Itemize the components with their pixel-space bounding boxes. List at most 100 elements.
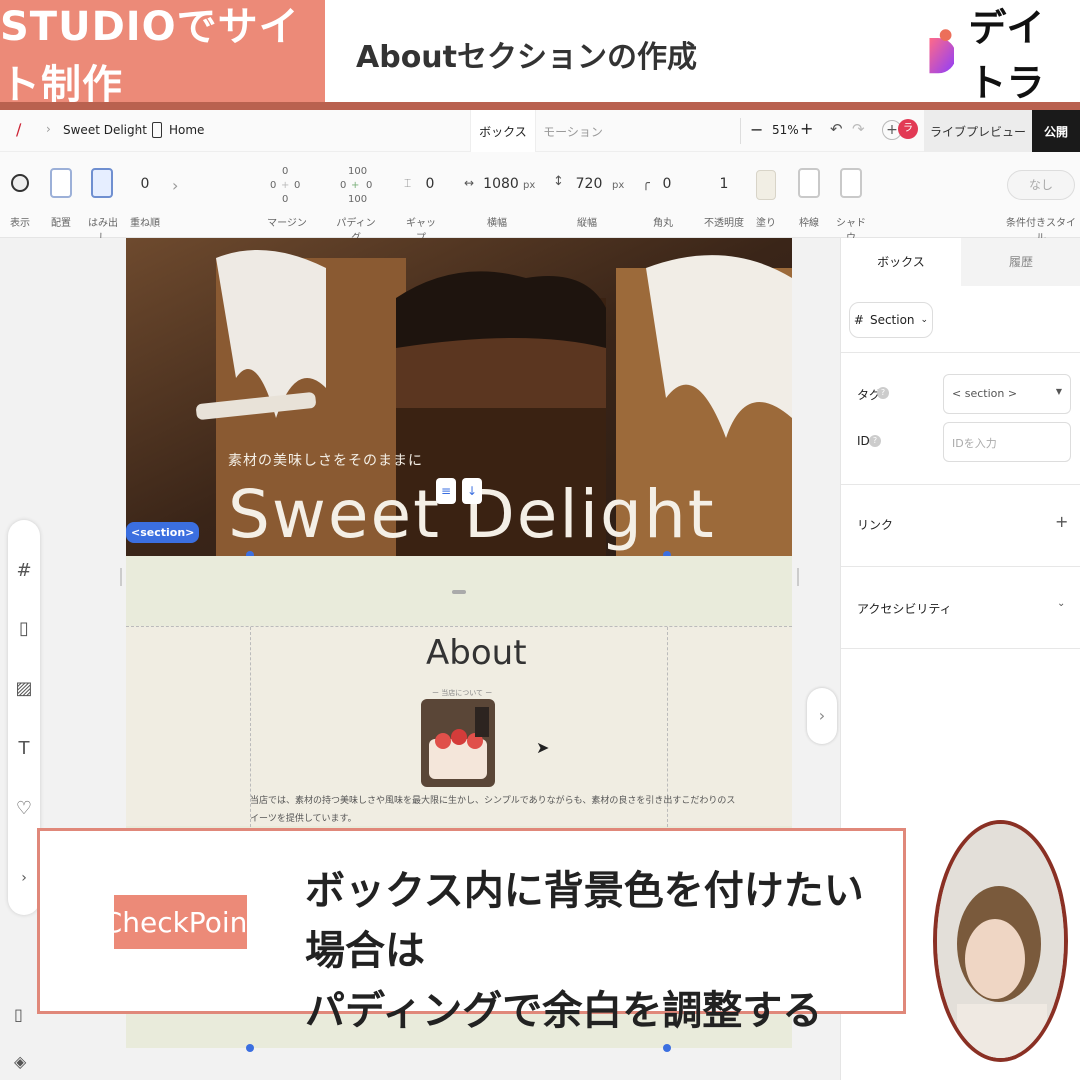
- border-swatch[interactable]: [798, 168, 820, 198]
- gap-icon: ⌶: [404, 176, 412, 190]
- hero-section[interactable]: 素材の美味しさをそのままに Sweet Delight ≡ ↓: [126, 238, 792, 556]
- zoom-level[interactable]: 51%: [772, 123, 799, 137]
- pages-icon[interactable]: ▯: [14, 1005, 23, 1024]
- resize-handle-right[interactable]: [797, 568, 799, 586]
- overflow-icon[interactable]: [91, 168, 113, 198]
- undo-icon[interactable]: ↶: [830, 120, 843, 138]
- width-unit[interactable]: px: [523, 180, 535, 191]
- padding-handle[interactable]: [452, 590, 466, 594]
- show-label: 表示: [10, 218, 30, 229]
- redo-icon[interactable]: ↷: [852, 120, 865, 138]
- section-badge[interactable]: <section>: [126, 522, 200, 543]
- avatar[interactable]: ラ: [898, 119, 918, 139]
- fill-label: 塗り: [756, 218, 776, 229]
- presenter-photo: [933, 820, 1068, 1062]
- panel-tab-box[interactable]: ボックス: [841, 238, 961, 286]
- padding-left-value[interactable]: 0: [340, 180, 346, 191]
- publish-button[interactable]: 公開: [1032, 110, 1080, 152]
- padding-bottom-value[interactable]: 100: [348, 194, 367, 205]
- width-label: 横幅: [487, 218, 507, 229]
- margin-bottom-value[interactable]: 0: [282, 194, 288, 205]
- about-box[interactable]: About ー 当店について ー 当店では、素材の持つ美味しさや風味を最大限に生…: [126, 626, 792, 827]
- tag-select-value: < section >: [952, 387, 1018, 400]
- border-label: 枠線: [799, 218, 819, 229]
- place-label: 配置: [51, 218, 71, 229]
- accessibility-label: アクセシビリティ: [857, 602, 952, 616]
- text-add-icon[interactable]: T: [14, 738, 34, 760]
- favorite-icon[interactable]: ♡: [14, 798, 34, 820]
- tag-select[interactable]: < section > ▼: [943, 374, 1071, 414]
- padding-right-value[interactable]: 0: [366, 180, 372, 191]
- page-icon: [152, 122, 162, 138]
- chevron-right-icon[interactable]: ›: [14, 870, 34, 892]
- checkpoint-line1: ボックス内に背景色を付けたい場合は: [305, 868, 864, 974]
- shadow-swatch[interactable]: [840, 168, 862, 198]
- element-type-select[interactable]: # Section ⌄: [849, 302, 933, 338]
- radius-value[interactable]: 0: [660, 176, 674, 192]
- zoom-out-button[interactable]: −: [750, 120, 763, 139]
- tab-motion[interactable]: モーション: [536, 110, 610, 152]
- padding-top-value[interactable]: 100: [348, 166, 367, 177]
- resize-handle[interactable]: [246, 1044, 254, 1052]
- height-value[interactable]: 720: [574, 176, 604, 192]
- mouse-cursor-icon: ➤: [536, 738, 550, 757]
- zoom-in-button[interactable]: +: [800, 119, 813, 138]
- banner-tag: STUDIOでサイト制作: [0, 0, 325, 108]
- help-icon[interactable]: ?: [869, 435, 881, 447]
- editor-toolbar: ∕ › Sweet Delight › Home ボックス モーション − 51…: [0, 110, 1080, 244]
- frame-add-icon[interactable]: ▯: [14, 618, 34, 640]
- align-icon[interactable]: ≡: [436, 478, 456, 504]
- element-type-label: Section: [869, 313, 915, 327]
- gap-value[interactable]: 0: [422, 176, 438, 192]
- resize-handle-left[interactable]: [120, 568, 122, 586]
- studio-logo-icon[interactable]: ∕: [16, 120, 21, 139]
- height-unit[interactable]: px: [612, 180, 624, 191]
- image-add-icon[interactable]: ▨: [14, 678, 34, 700]
- checkpoint-callout: CheckPoint ボックス内に背景色を付けたい場合は パディングで余白を調整…: [37, 828, 906, 1034]
- layers-icon[interactable]: ◈: [14, 1052, 26, 1071]
- visibility-icon[interactable]: [11, 174, 29, 192]
- margin-top-value[interactable]: 0: [282, 166, 288, 177]
- margin-right-value[interactable]: 0: [294, 180, 300, 191]
- order-value[interactable]: 0: [134, 176, 156, 192]
- caret-down-icon: ▼: [1055, 387, 1062, 396]
- element-rail: # ▯ ▨ T ♡ ›: [8, 520, 40, 915]
- breadcrumb-page[interactable]: Home: [169, 123, 204, 137]
- help-icon[interactable]: ?: [877, 387, 889, 399]
- about-text-line2[interactable]: イーツを提供しています。: [250, 811, 357, 824]
- hero-subtitle[interactable]: 素材の美味しさをそのままに: [228, 450, 423, 470]
- live-preview-button[interactable]: ライブプレビュー: [924, 110, 1032, 152]
- about-text-line1[interactable]: 当店では、素材の持つ美味しさや風味を最大限に生かし、シンプルでありながらも、素材…: [250, 793, 735, 806]
- video-banner: STUDIOでサイト制作 Aboutセクションの作成 デイトラ: [0, 0, 1080, 108]
- divider: [841, 648, 1080, 649]
- fill-swatch[interactable]: [756, 170, 776, 200]
- panel-tab-history[interactable]: 履歴: [961, 238, 1080, 286]
- height-icon: ↕: [553, 174, 564, 189]
- panel-toggle-button[interactable]: ›: [807, 688, 837, 744]
- box-add-icon[interactable]: #: [14, 560, 34, 582]
- opacity-label: 不透明度: [704, 218, 744, 229]
- add-link-button[interactable]: +: [1055, 512, 1068, 531]
- about-title[interactable]: About: [426, 633, 527, 673]
- width-icon: ↔: [464, 176, 475, 190]
- conditional-style-button[interactable]: なし: [1007, 170, 1075, 200]
- hash-icon: #: [853, 313, 864, 327]
- divider: [841, 484, 1080, 485]
- arrow-down-icon[interactable]: ↓: [462, 478, 482, 504]
- about-cake-image[interactable]: [421, 699, 495, 787]
- checkpoint-text: ボックス内に背景色を付けたい場合は パディングで余白を調整する: [305, 861, 903, 1041]
- id-input[interactable]: IDを入力: [943, 422, 1071, 462]
- chevron-right-icon[interactable]: ›: [172, 176, 178, 195]
- width-value[interactable]: 1080: [482, 176, 520, 192]
- margin-left-value[interactable]: 0: [270, 180, 276, 191]
- chevron-down-icon[interactable]: ⌄: [1057, 598, 1065, 609]
- place-icon[interactable]: [50, 168, 72, 198]
- brand-mark-icon: [929, 29, 955, 74]
- tab-box[interactable]: ボックス: [470, 110, 536, 152]
- about-subtitle[interactable]: ー 当店について ー: [432, 688, 492, 698]
- resize-handle[interactable]: [663, 1044, 671, 1052]
- margin-label: マージン: [267, 218, 307, 229]
- margin-cross-icon: +: [281, 180, 290, 191]
- radius-icon: ╭: [642, 176, 650, 191]
- opacity-value[interactable]: 1: [716, 176, 732, 192]
